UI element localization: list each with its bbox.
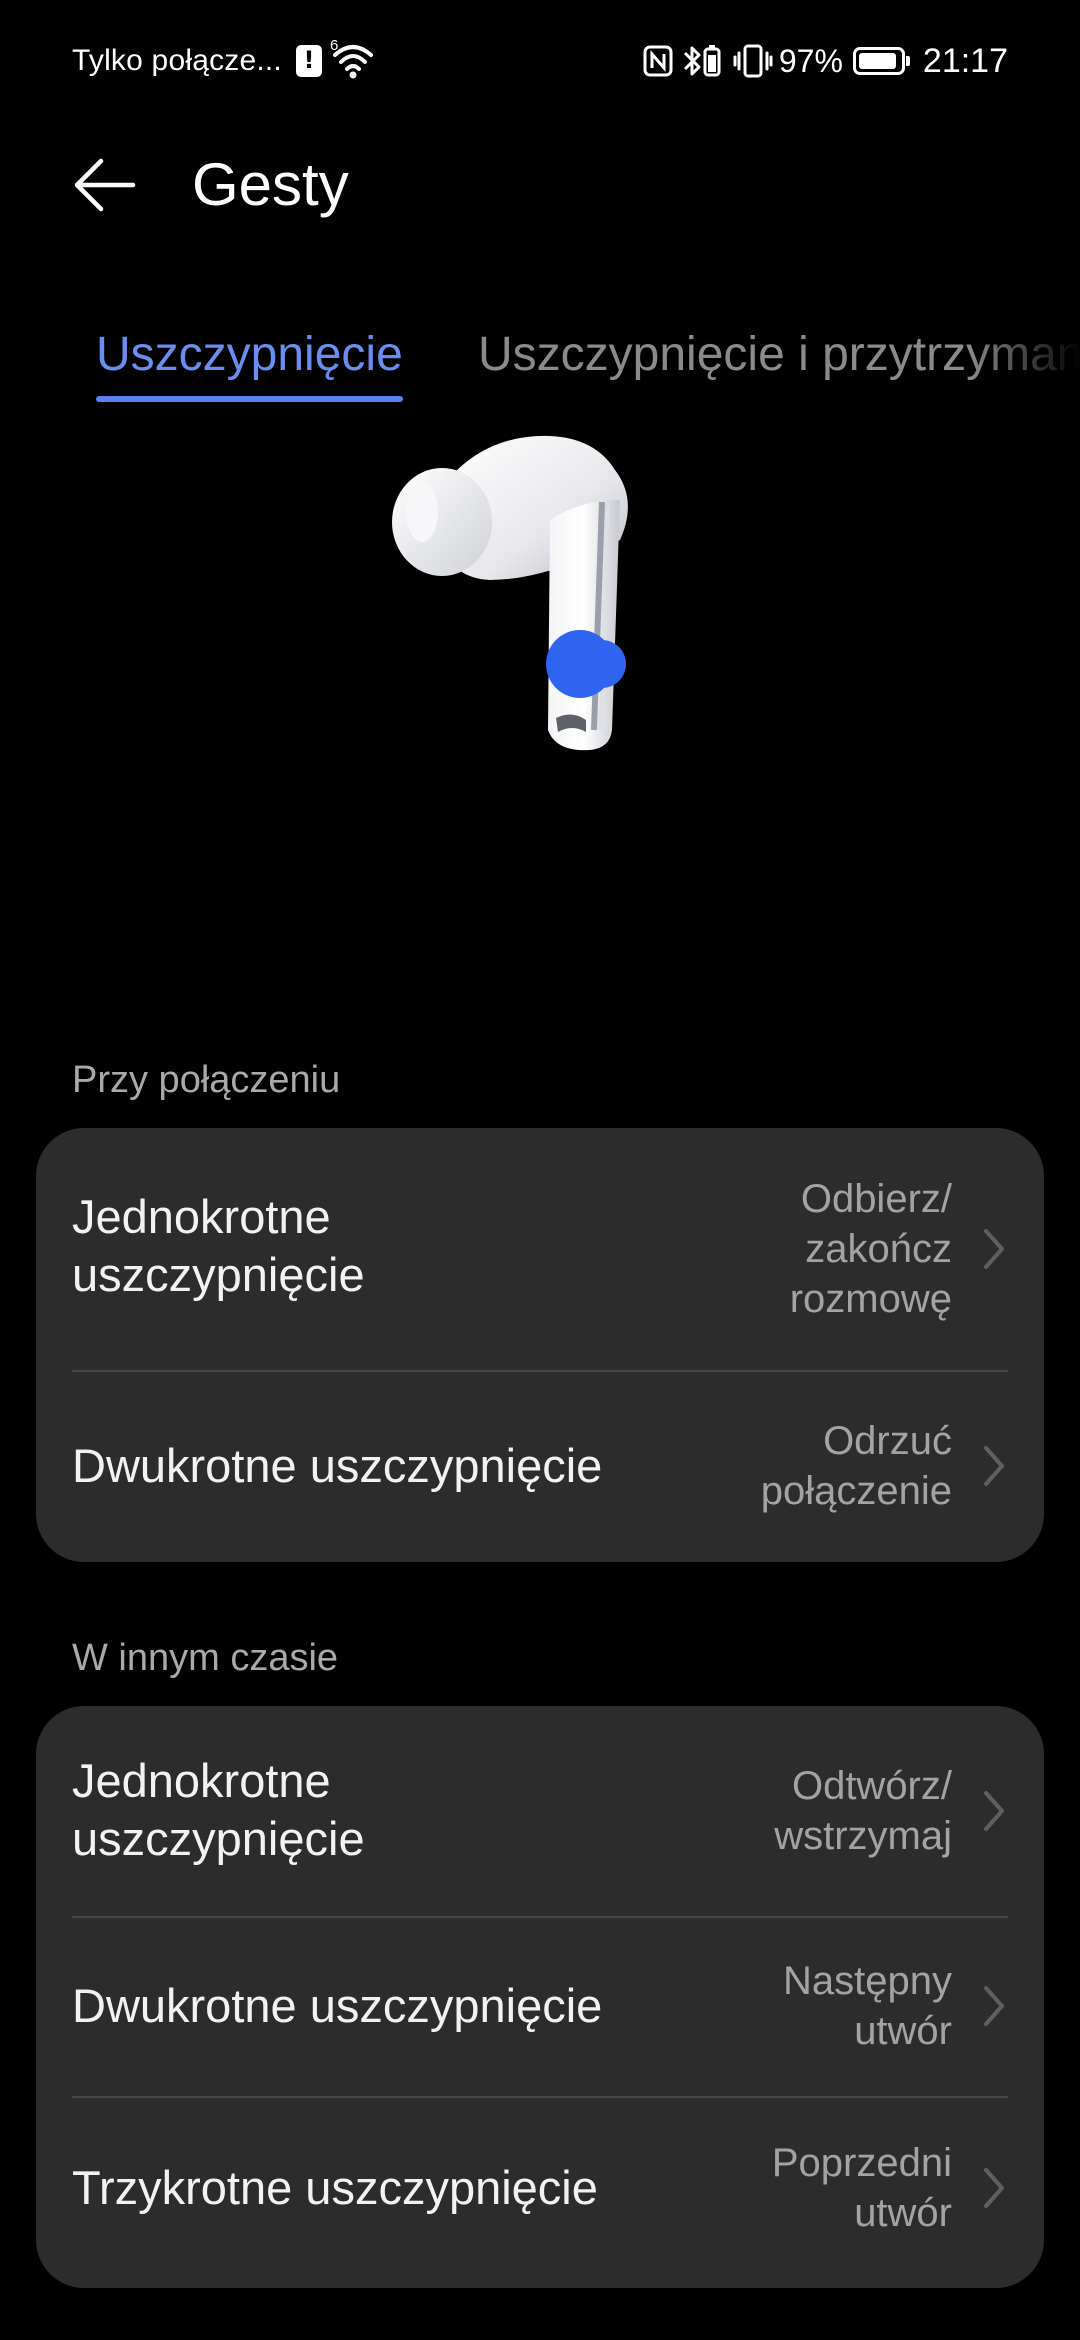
card-during-call: Jednokrotne uszczypnięcie Odbierz/ zakoń…	[36, 1128, 1044, 1562]
section-title-other-time: W innym czasie	[72, 1637, 339, 1679]
row-value-line: Następny	[783, 1959, 952, 2003]
vibrate-icon	[733, 44, 773, 78]
row-value-line: Odtwórz/	[791, 1764, 952, 1808]
row-value: Odbierz/ zakończ rozmowę	[790, 1174, 952, 1324]
tab-active-indicator	[96, 396, 403, 402]
row-label: Jednokrotne uszczypnięcie	[72, 1188, 365, 1304]
chevron-right-icon	[984, 1229, 1004, 1269]
row-value-line: utwór	[854, 2191, 952, 2235]
row-value-line: utwór	[854, 2009, 952, 2053]
pinch-marker	[546, 630, 614, 698]
row-value: Następny utwór	[783, 1956, 952, 2056]
wifi-icon: 6	[330, 37, 376, 81]
chevron-right-icon	[984, 2168, 1004, 2208]
card-other-time: Jednokrotne uszczypnięcie Odtwórz/ wstrz…	[36, 1706, 1044, 2288]
row-label: Jednokrotne uszczypnięcie	[72, 1752, 365, 1868]
list-item-double-pinch-call[interactable]: Dwukrotne uszczypnięcie Odrzuć połączeni…	[36, 1370, 1044, 1562]
tab-pinch-and-hold[interactable]: Uszczypnięcie i przytrzymanie	[478, 320, 1080, 390]
nfc-icon	[643, 45, 673, 77]
back-button[interactable]	[60, 150, 150, 220]
row-label-line: Trzykrotne uszczypnięcie	[72, 2161, 598, 2214]
row-label-line: Jednokrotne	[72, 1190, 331, 1243]
row-value-line: wstrzymaj	[774, 1814, 952, 1858]
chevron-right-icon	[984, 1791, 1004, 1831]
battery-icon	[852, 47, 910, 75]
list-item-triple-pinch[interactable]: Trzykrotne uszczypnięcie Poprzedni utwór	[36, 2096, 1044, 2288]
list-item-single-pinch[interactable]: Jednokrotne uszczypnięcie Odtwórz/ wstrz…	[36, 1706, 1044, 1916]
tab-bar: Uszczypnięcie Uszczypnięcie i przytrzyma…	[0, 320, 1080, 410]
status-left: Tylko połącze... 6	[72, 37, 376, 84]
section-title-during-call: Przy połączeniu	[72, 1059, 341, 1101]
row-value-line: rozmowę	[789, 1277, 952, 1321]
header: Gesty	[0, 130, 1080, 240]
list-item-single-pinch-call[interactable]: Jednokrotne uszczypnięcie Odbierz/ zakoń…	[36, 1128, 1044, 1370]
tab-pinch-label: Uszczypnięcie	[96, 328, 403, 381]
carrier-text: Tylko połącze...	[72, 44, 282, 77]
row-value-line: Odbierz/	[800, 1177, 952, 1221]
row-value-line: połączenie	[760, 1469, 952, 1513]
row-label-line: Dwukrotne uszczypnięcie	[72, 1439, 603, 1492]
tab-pinch-and-hold-label: Uszczypnięcie i przytrzymanie	[478, 328, 1080, 381]
row-value: Odrzuć połączenie	[761, 1416, 952, 1516]
row-value-line: Odrzuć	[823, 1419, 952, 1463]
row-value: Odtwórz/ wstrzymaj	[774, 1761, 952, 1861]
row-label: Dwukrotne uszczypnięcie	[72, 1437, 602, 1495]
row-label-line: Jednokrotne	[72, 1754, 331, 1807]
row-label-line: uszczypnięcie	[72, 1812, 365, 1865]
chevron-right-icon	[984, 1446, 1004, 1486]
alert-icon	[295, 45, 322, 77]
arrow-left-icon	[74, 158, 136, 212]
bluetooth-battery-icon	[683, 45, 721, 77]
row-label-line: Dwukrotne uszczypnięcie	[72, 1979, 603, 2032]
row-value-line: zakończ	[805, 1227, 952, 1271]
list-item-double-pinch[interactable]: Dwukrotne uszczypnięcie Następny utwór	[36, 1916, 1044, 2096]
tab-pinch[interactable]: Uszczypnięcie	[96, 320, 403, 402]
chevron-right-icon	[984, 1986, 1004, 2026]
earbud-image	[380, 430, 680, 770]
clock: 21:17	[922, 41, 1008, 80]
row-label: Dwukrotne uszczypnięcie	[72, 1977, 602, 2035]
wifi-label: 6	[329, 37, 339, 54]
status-right: 97% 21:17	[635, 38, 1008, 84]
page-title: Gesty	[192, 151, 349, 218]
row-label-line: uszczypnięcie	[72, 1248, 365, 1301]
row-value: Poprzedni utwór	[772, 2138, 952, 2238]
battery-percent: 97%	[778, 42, 843, 79]
status-bar: Tylko połącze... 6 97% 2	[0, 0, 1080, 120]
row-value-line: Poprzedni	[771, 2141, 952, 2185]
row-label: Trzykrotne uszczypnięcie	[72, 2159, 598, 2217]
